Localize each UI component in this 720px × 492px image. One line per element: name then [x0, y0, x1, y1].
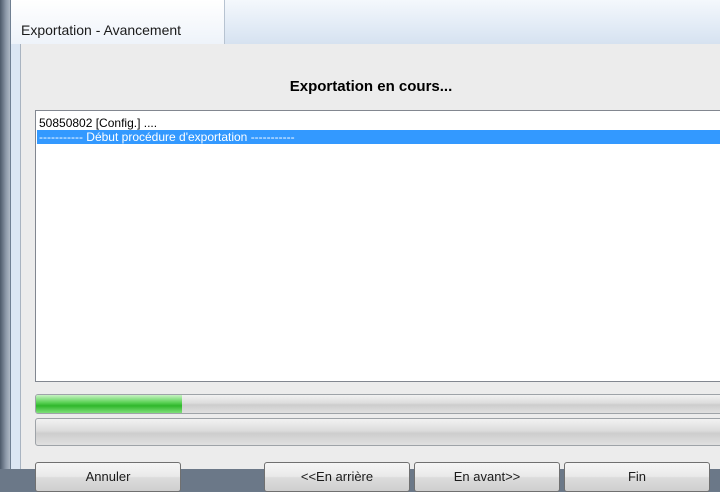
- log-line[interactable]: 50850802 [Config.] ....: [37, 116, 337, 130]
- export-log-list[interactable]: 50850802 [Config.] .... ----------- Débu…: [35, 110, 720, 382]
- next-button[interactable]: En avant>>: [414, 462, 560, 492]
- title-tab: Exportation - Avancement: [11, 0, 225, 44]
- secondary-progress-bar: [35, 418, 720, 446]
- dialog-body: Exportation en cours... 50850802 [Config…: [20, 44, 720, 492]
- status-heading: Exportation en cours...: [289, 78, 453, 95]
- back-button[interactable]: <<En arrière: [264, 462, 410, 492]
- title-bar[interactable]: Exportation - Avancement: [11, 0, 720, 44]
- log-line-selected[interactable]: ----------- Début procédure d'exportatio…: [37, 130, 720, 144]
- cancel-button[interactable]: Annuler: [35, 462, 181, 492]
- primary-progress-bar: [35, 394, 720, 414]
- export-progress-window: Exportation - Avancement Exportation en …: [10, 0, 720, 492]
- finish-button[interactable]: Fin: [564, 462, 710, 492]
- primary-progress-fill: [36, 395, 182, 413]
- window-title: Exportation - Avancement: [21, 22, 182, 38]
